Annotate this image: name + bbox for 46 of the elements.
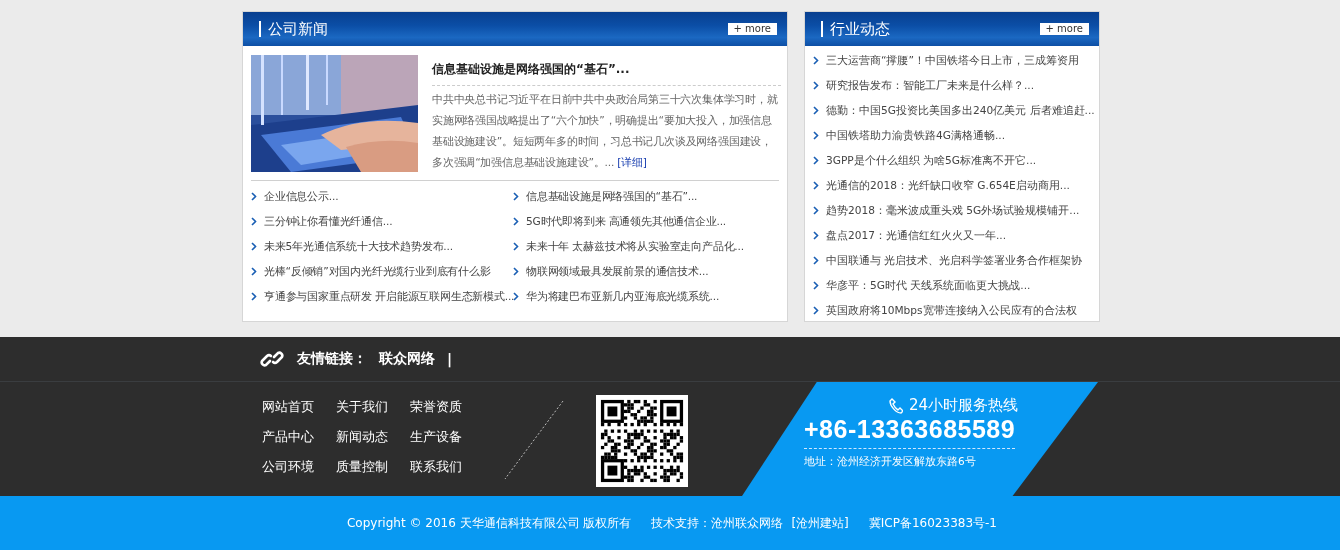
news-link[interactable]: 亨通参与国家重点研发 开启能源互联网生态新模式... bbox=[264, 289, 515, 304]
featured-title[interactable]: 信息基础设施是网络强国的“基石”... bbox=[432, 61, 781, 86]
news-link[interactable]: 盘点2017：光通信红红火火又一年... bbox=[826, 228, 1007, 243]
more-button[interactable]: + more bbox=[1039, 23, 1089, 35]
news-link[interactable]: 德勤：中国5G投资比美国多出240亿美元 后者难追赶... bbox=[826, 103, 1095, 118]
news-link[interactable]: 华彦平：5G时代 天线系统面临更大挑战... bbox=[826, 278, 1031, 293]
news-link[interactable]: 未来十年 太赫兹技术将从实验室走向产品化... bbox=[526, 239, 744, 254]
news-link[interactable]: 3GPP是个什么组织 为啥5G标准离不开它... bbox=[826, 153, 1037, 168]
copyright-text: Copyright © 2016 天华通信科技有限公司 版权所有 bbox=[347, 514, 632, 532]
news-link[interactable]: 中国联通与 光启技术、光启科学签署业务合作框架协 bbox=[826, 253, 1083, 268]
friend-links-label: 友情链接： bbox=[297, 350, 367, 368]
news-link[interactable]: 华为将建巴布亚新几内亚海底光缆系统... bbox=[526, 289, 720, 304]
news-link[interactable]: 物联网领域最具发展前景的通信技术... bbox=[526, 264, 709, 279]
support-text: 技术支持：沧州联众网络 bbox=[651, 514, 784, 532]
more-button[interactable]: + more bbox=[727, 23, 777, 35]
news-link[interactable]: 趋势2018：毫米波成重头戏 5G外场试验规模铺开... bbox=[826, 203, 1080, 218]
phone-number: +86-13363685589 bbox=[804, 415, 1016, 449]
panel-title: 行业动态 bbox=[821, 21, 890, 37]
footer-nav-link[interactable]: 荣誉资质 bbox=[410, 398, 484, 428]
footer-nav-link[interactable]: 公司环境 bbox=[262, 458, 336, 488]
news-link[interactable]: 光棒“反倾销”对国内光纤光缆行业到底有什么影 bbox=[264, 264, 491, 279]
icp-number: 冀ICP备16023383号-1 bbox=[868, 514, 997, 532]
news-link[interactable]: 信息基础设施是网络强国的“基石”... bbox=[526, 189, 698, 204]
panel-title: 公司新闻 bbox=[259, 21, 328, 37]
footer-nav-link[interactable]: 联系我们 bbox=[410, 458, 484, 488]
news-link[interactable]: 三大运营商“撑腰”！中国铁塔今日上市，三成筹资用 bbox=[826, 53, 1079, 68]
news-link[interactable]: 研究报告发布：智能工厂未来是什么样？... bbox=[826, 78, 1035, 93]
news-link[interactable]: 光通信的2018：光纤缺口收窄 G.654E启动商用... bbox=[826, 178, 1070, 193]
footer-nav-link[interactable]: 网站首页 bbox=[262, 398, 336, 428]
footer-nav-link[interactable]: 产品中心 bbox=[262, 428, 336, 458]
separator: | bbox=[447, 351, 453, 367]
footer-nav-link[interactable]: 新闻动态 bbox=[336, 428, 410, 458]
footer-nav-link[interactable]: 生产设备 bbox=[410, 428, 484, 458]
detail-link[interactable]: [详细] bbox=[617, 156, 647, 168]
address: 地址：沧州经济开发区解放东路6号 bbox=[804, 455, 976, 469]
hotline-label: 24小时服务热线 bbox=[909, 396, 1019, 415]
news-link[interactable]: 企业信息公示... bbox=[264, 189, 339, 204]
footer-nav-link[interactable]: 质量控制 bbox=[336, 458, 410, 488]
news-link[interactable]: 中国铁塔助力渝贵铁路4G满格通畅... bbox=[826, 128, 1006, 143]
news-link[interactable]: 未来5年光通信系统十大技术趋势发布... bbox=[264, 239, 453, 254]
news-link[interactable]: 英国政府将10Mbps宽带连接纳入公民应有的合法权 bbox=[826, 303, 1077, 318]
news-link[interactable]: 5G时代即将到来 高通领先其他通信企业... bbox=[526, 214, 727, 229]
featured-summary: 中共中央总书记习近平在日前中共中央政治局第三十六次集体学习时，就实施网络强国战略提出了“六个加快”，明确提出“要加大投入，加强信息基础设施建设”。短短两年多的时间，习总书记几次谈及网络强国建设，多次强调“加强信息基础设施建设”。... [详细] bbox=[432, 92, 779, 170]
footer-nav-link[interactable]: 关于我们 bbox=[336, 398, 410, 428]
news-link[interactable]: 三分钟让你看懂光纤通信... bbox=[264, 214, 393, 229]
friend-link[interactable]: 联众网络 bbox=[379, 350, 435, 368]
